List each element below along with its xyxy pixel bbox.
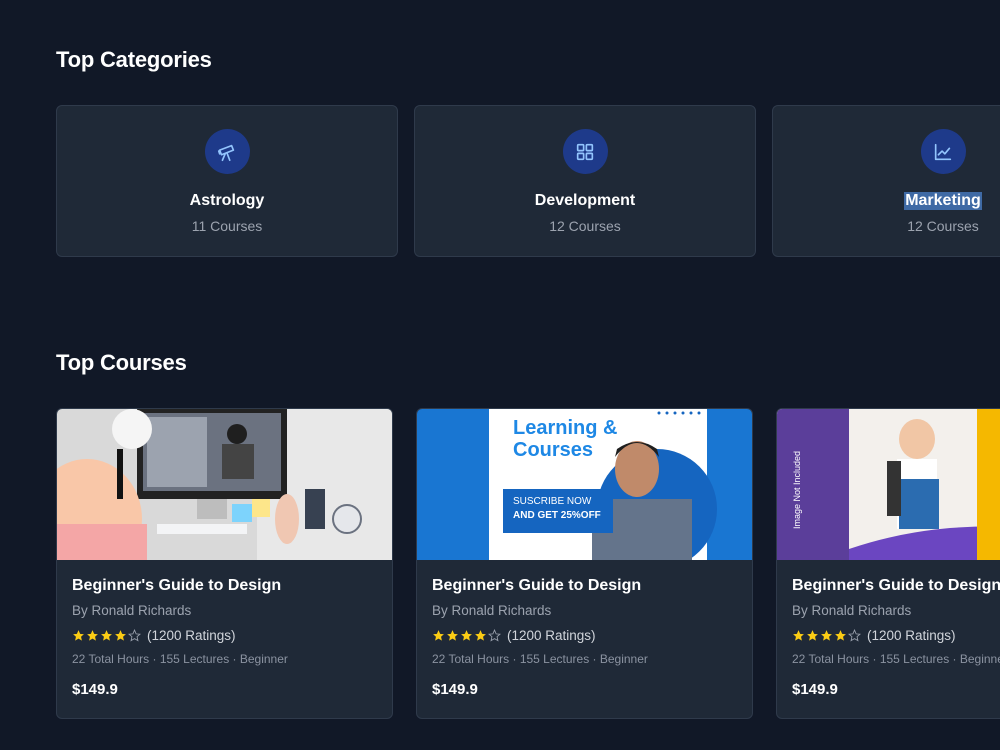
star-icon [461, 630, 472, 641]
course-price: $149.9 [72, 681, 118, 698]
course-thumbnail: Learning & Courses SUSCRIBE NOW AND GET … [417, 409, 752, 560]
course-title: Beginner's Guide to Design [792, 577, 1000, 594]
course-meta: 22 Total Hours · 155 Lectures · Beginner [792, 652, 1000, 666]
top-courses-heading: Top Courses [56, 350, 187, 375]
star-outline-icon [488, 629, 501, 642]
category-card-marketing[interactable]: Marketing 12 Courses [772, 105, 1000, 257]
star-icon [793, 630, 804, 641]
thumb-disclaimer: Image Not Included [792, 450, 802, 529]
course-meta: 22 Total Hours · 155 Lectures · Beginner [432, 652, 648, 666]
course-thumbnail: Image Not Included [777, 409, 1000, 560]
rating-stars [432, 629, 501, 642]
category-name: Astrology [189, 192, 265, 209]
category-card-astrology[interactable]: Astrology 11 Courses [56, 105, 398, 257]
course-rating: (1200 Ratings) [792, 628, 1000, 643]
course-thumbnail [57, 409, 392, 560]
star-icon [73, 630, 84, 641]
top-categories-heading: Top Categories [56, 47, 212, 72]
star-icon [433, 630, 444, 641]
categories-row: Astrology 11 Courses Development 12 Cour… [56, 105, 1000, 257]
category-count: 11 Courses [191, 218, 263, 234]
line-chart-icon [920, 129, 966, 174]
ratings-count: (1200 Ratings) [867, 628, 956, 643]
course-title: Beginner's Guide to Design [72, 577, 282, 594]
course-card[interactable]: Learning & Courses SUSCRIBE NOW AND GET … [416, 408, 753, 719]
telescope-icon [204, 129, 250, 174]
category-name: Marketing [904, 192, 982, 210]
course-meta: 22 Total Hours · 155 Lectures · Beginner [72, 652, 288, 666]
course-card[interactable]: Image Not Included Beginner's Guide to D… [776, 408, 1000, 719]
course-price: $149.9 [792, 681, 838, 698]
category-count: 12 Courses [907, 218, 979, 234]
star-icon [475, 630, 486, 641]
star-outline-icon [128, 629, 141, 642]
ratings-count: (1200 Ratings) [147, 628, 236, 643]
category-card-development[interactable]: Development 12 Courses [414, 105, 756, 257]
rating-stars [792, 629, 861, 642]
grid-icon [562, 129, 608, 174]
ratings-count: (1200 Ratings) [507, 628, 596, 643]
thumb-headline: Learning & Courses [513, 417, 618, 461]
course-rating: (1200 Ratings) [72, 628, 377, 643]
star-outline-icon [848, 629, 861, 642]
course-author: By Ronald Richards [72, 603, 192, 618]
page: Top Categories Astrology 11 Courses Deve… [0, 0, 1000, 750]
star-icon [835, 630, 846, 641]
star-icon [807, 630, 818, 641]
rating-stars [72, 629, 141, 642]
thumb-promo: SUSCRIBE NOW AND GET 25%OFF [503, 489, 613, 533]
course-price: $149.9 [432, 681, 478, 698]
category-count: 12 Courses [549, 218, 621, 234]
course-author: By Ronald Richards [792, 603, 912, 618]
category-name: Development [534, 192, 636, 209]
course-author: By Ronald Richards [432, 603, 552, 618]
course-card[interactable]: Beginner's Guide to Design By Ronald Ric… [56, 408, 393, 719]
star-icon [115, 630, 126, 641]
course-rating: (1200 Ratings) [432, 628, 737, 643]
course-title: Beginner's Guide to Design [432, 577, 642, 594]
star-icon [821, 630, 832, 641]
star-icon [101, 630, 112, 641]
star-icon [447, 630, 458, 641]
star-icon [87, 630, 98, 641]
courses-row: Beginner's Guide to Design By Ronald Ric… [56, 408, 1000, 719]
